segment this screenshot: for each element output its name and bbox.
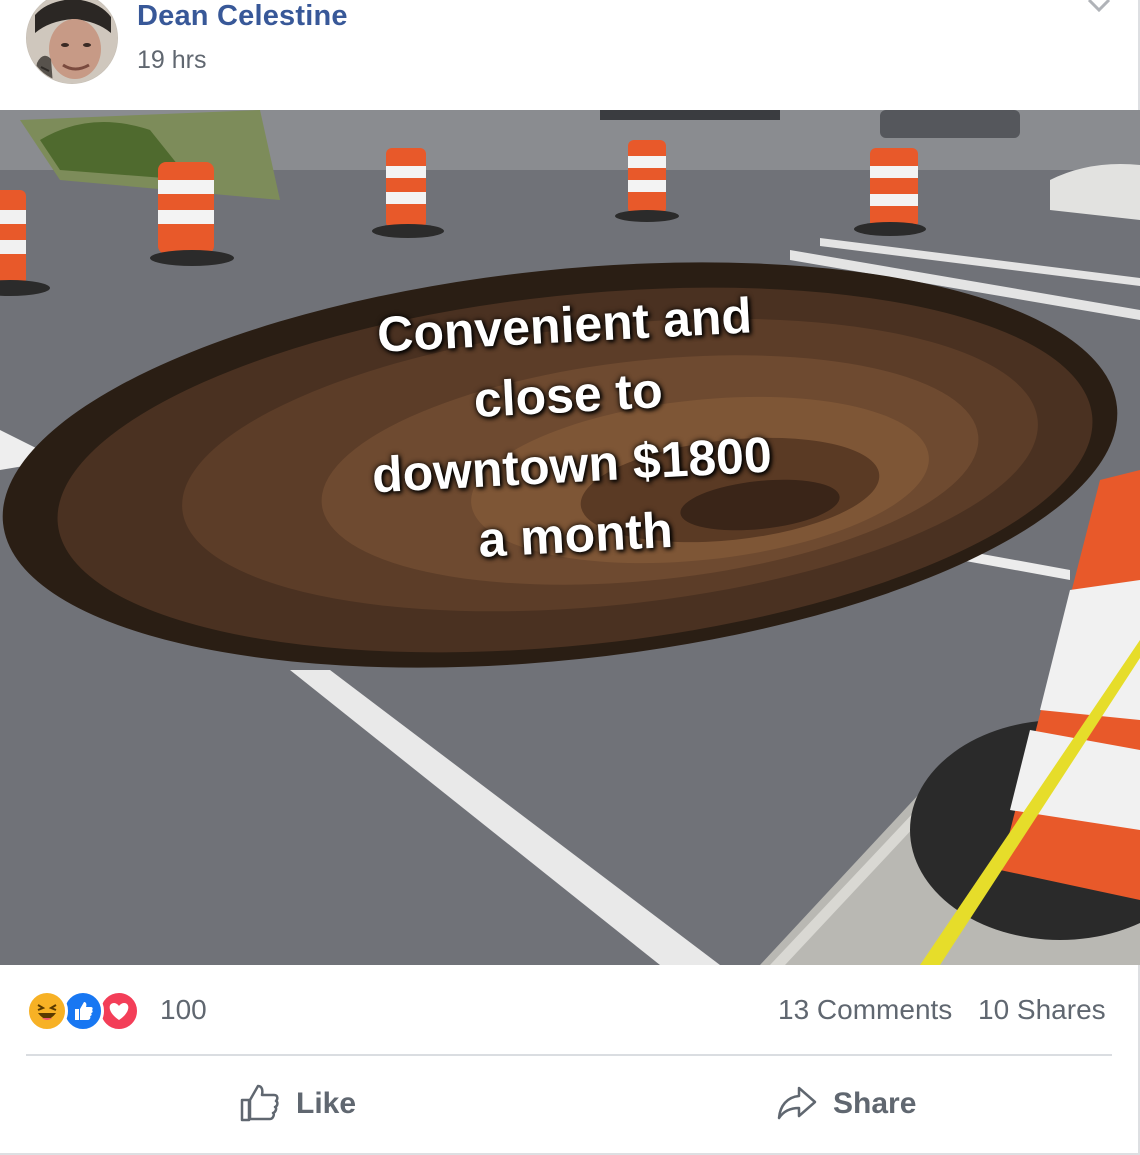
comments-count-link[interactable]: 13 Comments	[778, 994, 952, 1026]
post-timestamp[interactable]: 19 hrs	[137, 46, 206, 75]
image-caption: Convenient and close to downtown $1800 a…	[293, 276, 847, 584]
divider	[26, 1054, 1112, 1056]
author-avatar[interactable]	[26, 0, 118, 84]
author-name[interactable]: Dean Celestine	[137, 0, 348, 33]
post-stats: 100 13 Comments 10 Shares	[0, 966, 1140, 1056]
reaction-count[interactable]: 100	[160, 994, 207, 1026]
share-arrow-icon	[775, 1080, 819, 1129]
share-label: Share	[833, 1087, 917, 1120]
thumbs-up-icon	[238, 1080, 282, 1129]
haha-icon	[26, 990, 68, 1032]
share-button[interactable]: Share	[775, 1080, 916, 1128]
like-icon	[62, 990, 104, 1032]
like-button[interactable]: Like	[238, 1080, 356, 1128]
facebook-post: Dean Celestine 19 hrs Convenient and clo…	[0, 0, 1140, 1155]
like-label: Like	[296, 1087, 357, 1120]
shares-count-link[interactable]: 10 Shares	[978, 994, 1106, 1026]
post-image[interactable]: Convenient and close to downtown $1800 a…	[0, 110, 1140, 965]
love-icon	[98, 990, 140, 1032]
post-header: Dean Celestine 19 hrs	[0, 0, 1140, 110]
chevron-down-icon[interactable]	[1086, 0, 1112, 16]
